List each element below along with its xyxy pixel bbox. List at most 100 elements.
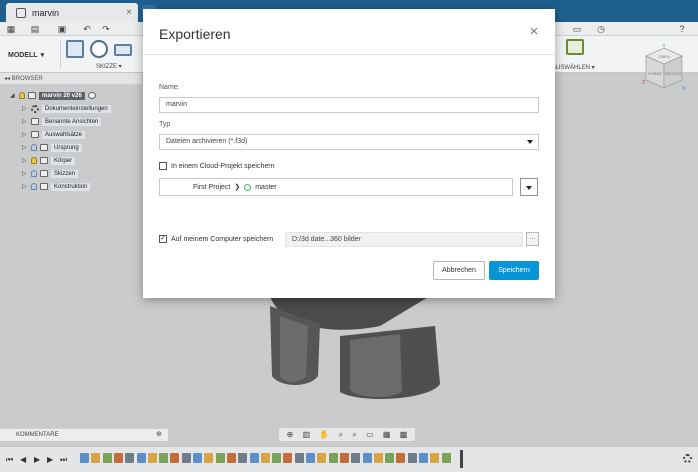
notifications-icon[interactable]: ▭	[572, 24, 582, 34]
visibility-bulb-icon[interactable]	[31, 144, 37, 151]
sketch-menu[interactable]: SKIZZE ▾	[96, 63, 122, 70]
pan-icon[interactable]: ✋	[319, 430, 329, 439]
type-select[interactable]: Dateien archivieren (*.f3d)	[159, 134, 539, 150]
save-button[interactable]: Speichern	[489, 261, 539, 280]
timeline-feature-icon[interactable]	[125, 453, 135, 463]
local-path-field[interactable]: D:/3d date...360 bilder	[285, 232, 523, 247]
timeline-feature-icon[interactable]	[294, 453, 304, 463]
timeline-feature-icon[interactable]	[80, 453, 89, 463]
collapse-icon[interactable]: ◂◂	[4, 76, 10, 82]
gear-icon[interactable]	[683, 454, 692, 463]
tree-item-bodies[interactable]: ▷ Körper	[22, 155, 76, 166]
timeline-feature-icon[interactable]	[181, 453, 191, 463]
expand-arrow-icon[interactable]: ▷	[22, 170, 28, 177]
timeline-feature-icon[interactable]	[430, 453, 440, 463]
expand-arrow-icon[interactable]: ▷	[22, 144, 28, 151]
view-cube-right-face[interactable]: RECHTS	[665, 71, 682, 76]
tree-item-document-settings[interactable]: ▷ Dokumenteinstellungen	[22, 103, 111, 114]
timeline-feature-icon[interactable]	[113, 453, 123, 463]
tab-close-button[interactable]: ×	[126, 7, 132, 18]
display-settings-icon[interactable]: ▭	[366, 430, 374, 439]
view-cube-front-face[interactable]: VORNE	[648, 71, 663, 76]
clock-icon[interactable]: ◷	[596, 24, 606, 34]
timeline-feature-icon[interactable]	[328, 453, 338, 463]
local-save-option[interactable]: ✓ Auf meinem Computer speichern	[159, 235, 273, 243]
browser-header[interactable]: ◂◂ BROWSER	[0, 73, 142, 85]
timeline-feature-icon[interactable]	[407, 453, 417, 463]
timeline-feature-icon[interactable]	[373, 453, 383, 463]
timeline-feature-icon[interactable]	[102, 453, 112, 463]
tree-item-selection-sets[interactable]: ▷ Auswahlsätze	[22, 129, 86, 140]
go-to-end-icon[interactable]: ⏭	[60, 455, 67, 465]
go-to-start-icon[interactable]: ⏮	[6, 455, 13, 465]
view-cube-top-face[interactable]: OBEN	[658, 54, 669, 59]
timeline-feature-icon[interactable]	[260, 453, 270, 463]
tree-item-named-views[interactable]: ▷ Benannte Ansichten	[22, 116, 102, 127]
timeline-feature-icon[interactable]	[91, 453, 101, 463]
close-icon[interactable]: ×	[527, 24, 541, 39]
app-grid-icon[interactable]: ▦	[6, 24, 16, 34]
timeline-feature-icon[interactable]	[317, 453, 327, 463]
look-at-icon[interactable]: ▥	[303, 430, 311, 439]
timeline-feature-icon[interactable]	[193, 453, 202, 463]
comments-panel[interactable]: KOMMENTARE ⊕	[0, 428, 168, 441]
timeline-feature-icon[interactable]	[215, 453, 225, 463]
view-cube[interactable]: OBEN VORNE RECHTS Y Z X	[642, 44, 686, 94]
step-forward-icon[interactable]: ▶	[47, 455, 53, 464]
visibility-bulb-icon[interactable]	[31, 183, 37, 190]
fit-icon[interactable]: ⌕	[352, 430, 356, 440]
timeline-feature-icon[interactable]	[147, 453, 157, 463]
timeline-feature-icon[interactable]	[362, 453, 372, 463]
timeline-feature-icon[interactable]	[249, 453, 259, 463]
timeline-feature-icon[interactable]	[419, 453, 428, 463]
expand-arrow-icon[interactable]: ▷	[22, 131, 28, 138]
active-indicator-icon[interactable]	[87, 92, 96, 99]
undo-icon[interactable]: ↶	[82, 24, 92, 34]
orbit-icon[interactable]: ⊕	[287, 430, 294, 439]
browse-button[interactable]: ...	[526, 232, 539, 246]
local-save-checkbox[interactable]: ✓	[159, 235, 167, 243]
cloud-save-checkbox[interactable]	[159, 162, 167, 170]
viewports-icon[interactable]: ▩	[400, 430, 408, 439]
select-menu[interactable]: AUSWÄHLEN ▾	[552, 64, 595, 71]
cancel-button[interactable]: Abbrechen	[433, 261, 485, 280]
redo-icon[interactable]: ↷	[101, 24, 111, 34]
zoom-icon[interactable]: ⌕	[339, 430, 343, 440]
tree-item-origin[interactable]: ▷ Ursprung	[22, 142, 82, 153]
project-dropdown-button[interactable]	[520, 178, 538, 196]
cloud-project-field[interactable]: First Project ❯ master	[159, 178, 513, 196]
timeline-feature-icon[interactable]	[272, 453, 282, 463]
tree-item-construction[interactable]: ▷ Konstruktion	[22, 181, 91, 192]
file-menu-icon[interactable]: ▤	[30, 24, 40, 34]
grid-settings-icon[interactable]: ▦	[383, 430, 391, 439]
timeline-feature-icon[interactable]	[385, 453, 395, 463]
timeline-marker[interactable]	[460, 450, 463, 468]
visibility-bulb-icon[interactable]	[31, 157, 37, 164]
create-sketch-icon[interactable]	[66, 40, 84, 58]
visibility-bulb-icon[interactable]	[19, 92, 25, 99]
save-icon[interactable]: ▣	[57, 24, 67, 34]
workspace-switcher[interactable]: MODELL ▾	[8, 48, 44, 62]
play-icon[interactable]: ▶	[34, 455, 40, 464]
step-back-icon[interactable]: ◀	[20, 455, 26, 464]
timeline-feature-icon[interactable]	[204, 453, 214, 463]
cloud-save-option[interactable]: In einem Cloud-Projekt speichern	[159, 162, 275, 170]
name-input[interactable]: marvin	[159, 97, 539, 113]
timeline-feature-icon[interactable]	[396, 453, 406, 463]
timeline-feature-icon[interactable]	[170, 453, 180, 463]
expand-arrow-icon[interactable]: ▷	[22, 157, 28, 164]
timeline-feature-icon[interactable]	[226, 453, 236, 463]
timeline-feature-icon[interactable]	[159, 453, 169, 463]
timeline-feature-icon[interactable]	[306, 453, 315, 463]
timeline-feature-icon[interactable]	[351, 453, 361, 463]
timeline-feature-icon[interactable]	[441, 453, 451, 463]
visibility-bulb-icon[interactable]	[31, 170, 37, 177]
tree-item-sketches[interactable]: ▷ Skizzen	[22, 168, 79, 179]
timeline-feature-icon[interactable]	[283, 453, 293, 463]
line-tool-icon[interactable]	[90, 40, 108, 58]
expand-arrow-icon[interactable]: ◢	[10, 92, 16, 99]
expand-arrow-icon[interactable]: ▷	[22, 118, 28, 125]
timeline-feature-icon[interactable]	[339, 453, 349, 463]
expand-arrow-icon[interactable]: ▷	[22, 183, 28, 190]
help-icon[interactable]: ?	[677, 24, 687, 34]
